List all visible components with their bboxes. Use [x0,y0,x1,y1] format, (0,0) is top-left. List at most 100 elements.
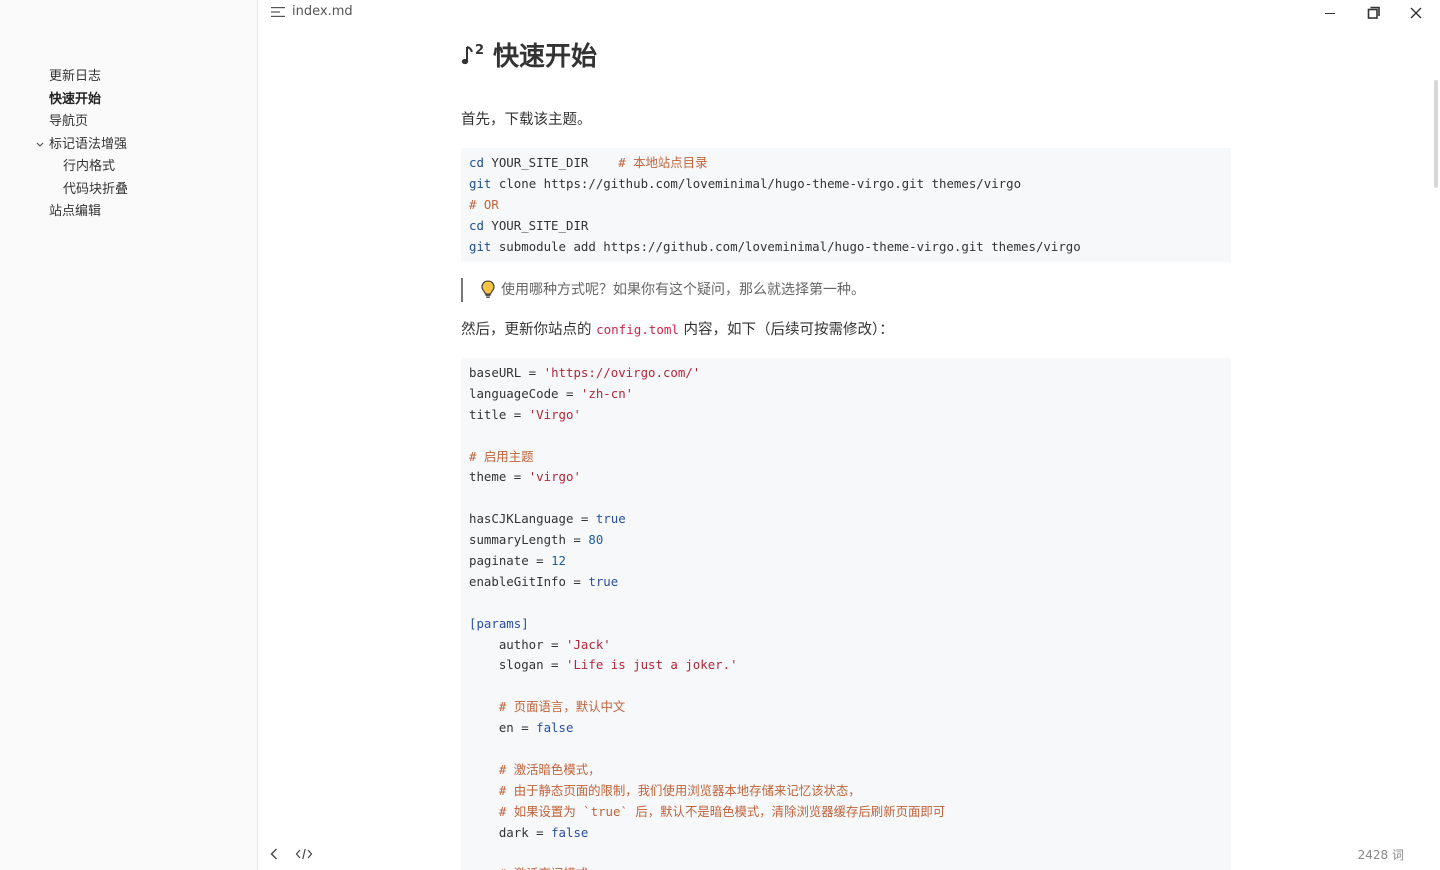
code-token: false [536,720,574,736]
music-note-icon: 2 [461,43,484,65]
scrollbar[interactable] [1432,80,1440,190]
code-token: 12 [551,553,566,569]
code-line: slogan = 'Life is just a joker.' [469,655,1223,676]
outline-item[interactable]: 标记语法增强 [0,134,258,157]
code-token: 'Life is just a joker.' [565,657,738,673]
code-token: theme = [469,469,529,485]
code-line: git submodule add https://github.com/lov… [469,237,1223,258]
code-token: baseURL = [469,365,544,380]
outline-item-label: 行内格式 [63,159,116,174]
page-title: 2 快速开始 [461,36,597,73]
chevron-down-icon[interactable] [35,134,45,156]
code-token: enableGitInfo = [469,573,589,589]
code-icon[interactable] [295,845,313,863]
code-block-config[interactable]: baseURL = 'https://ovirgo.com/' languageC… [461,358,1231,870]
code-token: # 启用主题 [469,448,534,464]
code-token: # OR [469,196,499,212]
file-name: index.md [292,4,353,19]
code-token: clone https://github.com/loveminimal/hug… [491,175,1022,191]
code-line: git clone https://github.com/loveminimal… [469,174,1223,195]
chevron-left-icon[interactable] [267,845,283,863]
outline-item[interactable]: 快速开始 [0,89,258,112]
code-line: en = false [469,718,1223,739]
code-token: YOUR_SITE_DIR [483,155,619,170]
code-token: true [588,573,619,589]
code-line: dark = false [469,823,1223,844]
code-token: # 由于静态页面的限制，我们使用浏览器本地存储来记忆该状态， [469,782,861,798]
outline-item[interactable]: 站点编辑 [0,201,258,224]
code-line: # 页面语言，默认中文 [469,697,1223,718]
code-token: true [595,511,626,527]
close-icon[interactable] [1406,4,1426,22]
code-token: 'https://ovirgo.com/' [543,365,701,380]
code-token: submodule add https://github.com/lovemin… [491,238,1081,254]
intro-paragraph: 首先，下载该主题。 [461,112,592,128]
code-token: # 本地站点目录 [618,155,708,170]
code-line: # 激活暗色模式， [469,760,1223,781]
minimize-icon[interactable] [1320,4,1340,22]
outline-item-label: 导航页 [49,114,89,129]
code-token: paginate = [469,553,552,569]
code-token: languageCode = [469,385,581,401]
outline-item[interactable]: 导航页 [0,111,258,134]
tip-blockquote: 使用哪种方式呢？如果你有这个疑问，那么就选择第一种。 [461,278,865,302]
code-token: [params] [469,615,529,631]
code-token: 80 [588,532,604,548]
title-bar: index.md [258,0,1440,28]
code-token: 'Jack' [565,636,611,652]
outline-item-label: 快速开始 [49,91,102,107]
code-line: # 启用主题 [469,447,1223,468]
inline-code-config: config.toml [596,322,679,337]
outline-item-label: 代码块折叠 [63,181,129,197]
code-line: languageCode = 'zh-cn' [469,384,1223,405]
page-title-text: 快速开始 [493,42,598,72]
code-token: dark = [469,824,552,840]
sidebar: 更新日志快速开始导航页标记语法增强 行内格式代码块折叠站点编辑 [0,0,258,870]
outline: 更新日志快速开始导航页标记语法增强 行内格式代码块折叠站点编辑 [0,66,258,224]
code-token: cd [469,155,484,170]
code-line: summaryLength = 80 [469,530,1223,551]
code-token: hasCJKLanguage = [469,511,596,527]
code-token: # 如果设置为 `true` 后，默认不是暗色模式，清除浏览器缓存后刷新页面即可 [469,803,946,819]
config-paragraph-prefix: 然后，更新你站点的 [461,322,597,338]
scrollbar-thumb[interactable] [1434,80,1438,188]
code-token: slogan = [469,657,566,673]
code-token: 'virgo' [528,469,581,485]
config-paragraph-suffix: 内容，如下（后续可按需修改）： [678,322,894,338]
code-line: [params] [469,614,1223,635]
outline-item[interactable]: 更新日志 [0,66,258,89]
outline-item-label: 标记语法增强 [49,136,128,152]
code-token: en = [469,720,537,736]
restore-icon[interactable] [1363,4,1383,22]
code-token: summaryLength = [469,532,589,548]
outline-item[interactable]: 行内格式 [0,156,258,179]
code-token: # 激活夜间模式 [469,866,588,870]
code-line: # 由于静态页面的限制，我们使用浏览器本地存储来记忆该状态， [469,781,1223,802]
code-line: author = 'Jack' [469,635,1223,656]
outline-item[interactable]: 代码块折叠 [0,179,258,202]
outline-item-label: 更新日志 [49,69,102,84]
code-token: git [469,175,492,191]
code-line: hasCJKLanguage = true [469,509,1223,530]
code-line: paginate = 12 [469,551,1223,572]
code-token: author = [469,636,566,652]
outline-item-label: 站点编辑 [49,204,102,219]
code-token: 'Virgo' [528,406,581,422]
code-line: cd YOUR_SITE_DIR [469,216,1223,237]
code-line: title = 'Virgo' [469,405,1223,426]
code-token: git [469,238,492,254]
code-block-install[interactable]: cd YOUR_SITE_DIR # 本地站点目录 git clone https… [461,148,1231,262]
config-paragraph: 然后，更新你站点的 config.toml 内容，如下（后续可按需修改）： [461,318,894,339]
code-token: title = [469,406,529,422]
list-menu-icon[interactable] [271,6,285,18]
code-line: enableGitInfo = true [469,572,1223,593]
word-count[interactable]: 2428 词 [1358,846,1404,863]
code-token: # 激活暗色模式， [469,761,601,777]
code-line: # OR [469,195,1223,216]
code-token: cd [469,217,484,233]
